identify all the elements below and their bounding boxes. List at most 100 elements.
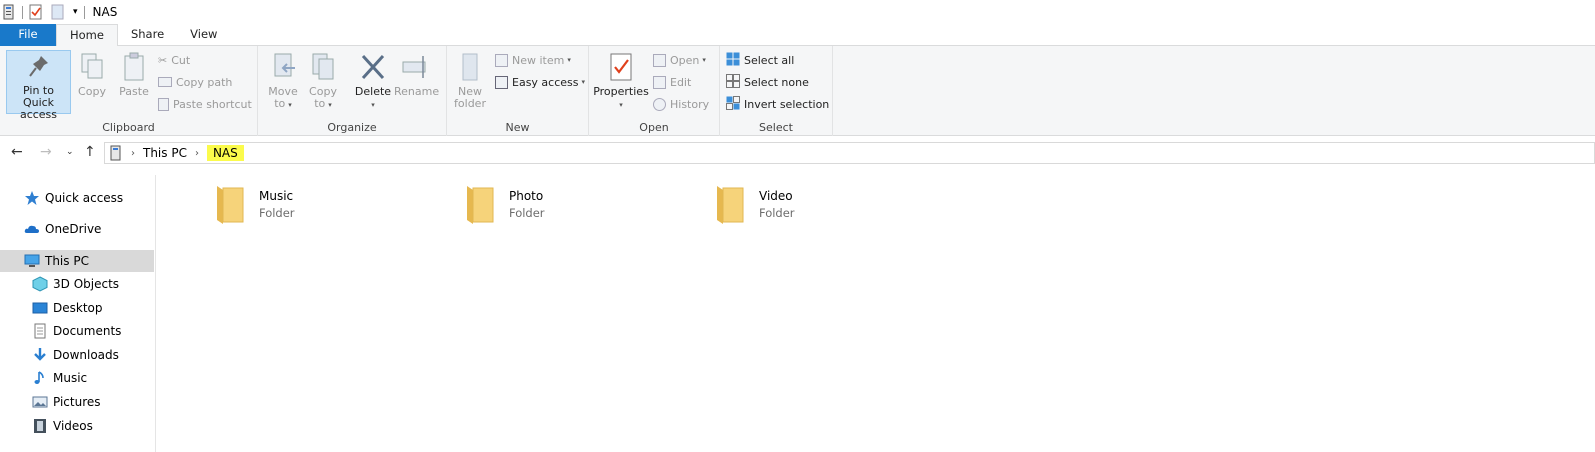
copy-button[interactable]: Copy	[76, 50, 108, 98]
paste-shortcut-icon	[158, 97, 169, 111]
customize-toolbar-chevron-icon[interactable]: ▾	[73, 7, 78, 17]
easy-access-button[interactable]: Easy access ▾	[495, 72, 585, 92]
new-folder-label-2: folder	[454, 97, 486, 110]
tab-share[interactable]: Share	[118, 24, 177, 46]
nav-item-3d-objects[interactable]: 3D Objects	[0, 273, 154, 295]
breadcrumb-nas[interactable]: NAS	[206, 145, 244, 161]
pin-label: Pin to Quick	[22, 84, 55, 109]
nav-label: Music	[53, 371, 88, 385]
nav-label: Quick access	[45, 191, 124, 205]
open-group-label: Open	[639, 121, 669, 134]
copy-path-icon	[158, 77, 172, 87]
breadcrumb-this-pc[interactable]: This PC	[143, 146, 187, 160]
nav-item-music[interactable]: Music	[0, 367, 154, 389]
copy-label: Copy	[78, 85, 106, 98]
organize-group: Move to ▾ Copy to ▾ Delete ▾ Rename Organi…	[258, 46, 447, 136]
nas-drive-icon	[2, 4, 16, 20]
back-arrow-icon[interactable]: ←	[11, 144, 23, 160]
move-to-button[interactable]: Move to ▾	[266, 50, 300, 111]
clipboard-group: Pin to Quick access Copy Paste ✂ Cut Cop…	[0, 46, 258, 136]
nav-label: 3D Objects	[53, 277, 120, 291]
folder-name: Music	[259, 189, 294, 203]
folder-tile-photo[interactable]: Photo Folder	[463, 180, 693, 230]
nav-item-documents[interactable]: Documents	[0, 320, 154, 342]
recent-locations-chevron-icon[interactable]: ⌄	[66, 147, 74, 157]
up-arrow-icon[interactable]: ↑	[84, 144, 96, 160]
ribbon-tabs: File Home Share View	[0, 24, 1595, 47]
window-title: NAS	[92, 5, 118, 19]
new-folder-button[interactable]: New folder	[453, 50, 487, 110]
edit-label: Edit	[670, 75, 692, 89]
edit-button[interactable]: Edit	[653, 72, 691, 92]
select-all-button[interactable]: Select all	[726, 50, 794, 70]
delete-x-icon	[361, 54, 385, 80]
nav-item-downloads[interactable]: Downloads	[0, 344, 154, 366]
open-group: Properties ▾ Open ▾ Edit History Open	[589, 46, 720, 136]
cut-label: Cut	[171, 53, 191, 67]
select-group-label: Select	[759, 121, 793, 134]
breadcrumb-chevron-icon[interactable]: ›	[195, 148, 199, 159]
properties-button[interactable]: Properties ▾	[593, 50, 649, 111]
open-button[interactable]: Open ▾	[653, 50, 706, 70]
new-item-icon	[495, 53, 508, 67]
history-label: History	[670, 97, 710, 111]
folder-icon	[463, 180, 495, 224]
ribbon: Pin to Quick access Copy Paste ✂ Cut Cop…	[0, 46, 1595, 136]
breadcrumb-chevron-icon[interactable]: ›	[131, 148, 135, 159]
tab-view[interactable]: View	[177, 24, 230, 46]
address-bar[interactable]: › This PC › NAS	[104, 142, 1595, 164]
tab-file[interactable]: File	[0, 24, 56, 46]
pin-to-quick-access-button[interactable]: Pin to Quick access	[6, 50, 71, 121]
nav-item-quick-access[interactable]: Quick access	[0, 187, 154, 209]
cloud-icon	[24, 221, 40, 237]
folder-tile-video[interactable]: Video Folder	[713, 180, 943, 230]
folder-tile-music[interactable]: Music Folder	[213, 180, 443, 230]
title-separator	[22, 5, 23, 19]
forward-arrow-icon[interactable]: →	[40, 144, 52, 160]
rename-button[interactable]: Rename	[394, 50, 440, 98]
rename-icon	[402, 56, 426, 78]
new-folder-quick-icon[interactable]	[51, 4, 65, 20]
folder-name: Video	[759, 189, 793, 203]
open-label: Open	[670, 53, 700, 67]
nav-item-desktop[interactable]: Desktop	[0, 297, 154, 319]
paste-icon	[124, 52, 144, 81]
nav-item-this-pc[interactable]: This PC	[0, 250, 154, 272]
nav-label: Documents	[53, 324, 122, 338]
folder-type: Folder	[259, 206, 295, 220]
tab-home[interactable]: Home	[56, 24, 118, 47]
move-label-2: to	[274, 97, 286, 110]
select-none-label: Select none	[744, 75, 809, 89]
select-group: Select all Select none Invert selection …	[720, 46, 833, 136]
document-icon	[32, 323, 48, 339]
nav-item-onedrive[interactable]: OneDrive	[0, 218, 154, 240]
select-all-label: Select all	[744, 53, 795, 67]
download-arrow-icon	[32, 347, 48, 363]
select-all-icon	[726, 52, 740, 69]
title-separator	[83, 5, 85, 19]
folder-name: Photo	[509, 189, 544, 203]
select-none-button[interactable]: Select none	[726, 72, 809, 92]
edit-icon	[653, 75, 666, 89]
copy-path-button[interactable]: Copy path	[158, 72, 232, 92]
cut-button[interactable]: ✂ Cut	[158, 50, 190, 70]
rename-label: Rename	[394, 85, 440, 98]
new-item-label: New item	[512, 53, 565, 67]
nav-item-videos[interactable]: Videos	[0, 415, 154, 437]
new-folder-icon	[462, 53, 478, 81]
new-item-button[interactable]: New item ▾	[495, 50, 571, 70]
invert-selection-icon	[726, 95, 740, 113]
invert-selection-button[interactable]: Invert selection	[726, 94, 829, 114]
paste-shortcut-button[interactable]: Paste shortcut	[158, 94, 252, 114]
folder-icon	[713, 180, 745, 224]
copy-to-icon	[312, 53, 334, 80]
nav-label: Desktop	[53, 301, 103, 315]
nav-item-pictures[interactable]: Pictures	[0, 391, 154, 413]
history-button[interactable]: History	[653, 94, 709, 114]
copy-to-button[interactable]: Copy to ▾	[306, 50, 340, 111]
delete-button[interactable]: Delete ▾	[354, 50, 392, 111]
paste-button[interactable]: Paste	[116, 50, 152, 98]
computer-icon	[24, 253, 40, 269]
music-note-icon	[32, 370, 48, 386]
properties-quick-icon[interactable]	[29, 4, 43, 20]
